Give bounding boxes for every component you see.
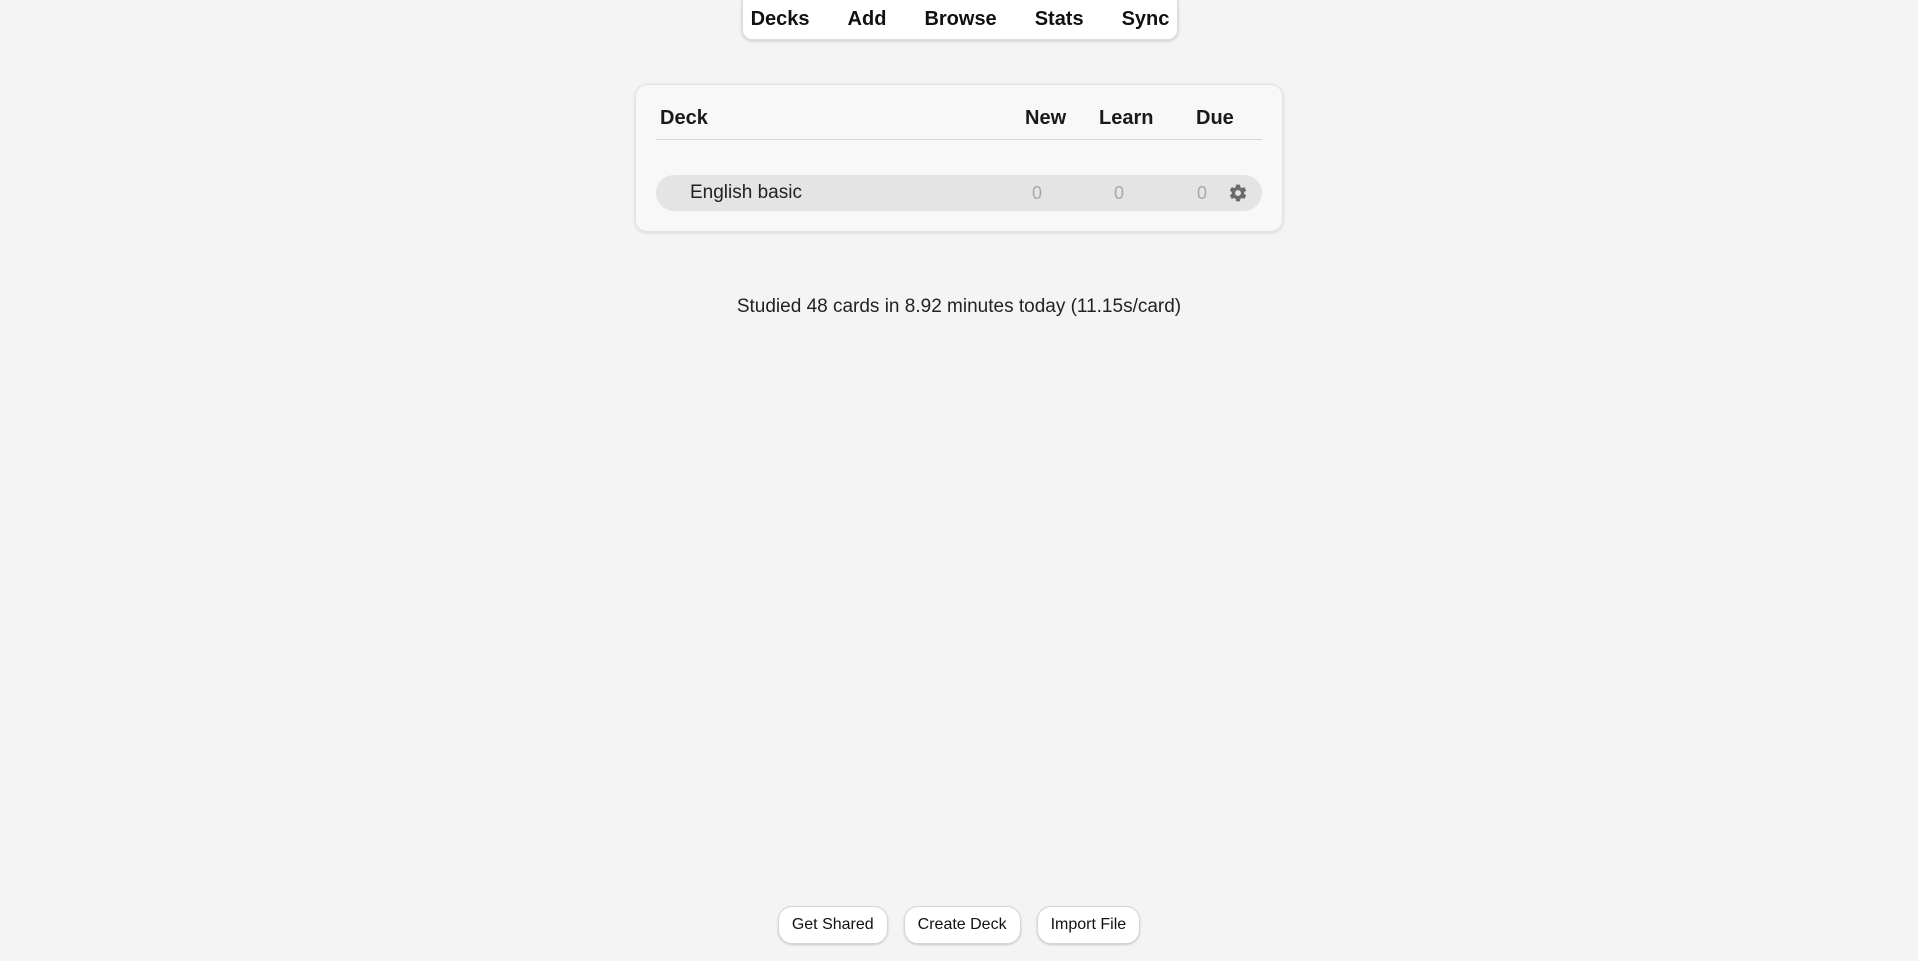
nav-browse[interactable]: Browse	[905, 0, 1015, 39]
top-navigation-bar: Decks Add Browse Stats Sync	[742, 0, 1178, 40]
deck-table-header: Deck New Learn Due	[656, 107, 1262, 140]
nav-add[interactable]: Add	[829, 0, 906, 39]
create-deck-button[interactable]: Create Deck	[903, 906, 1021, 944]
bottom-action-bar: Get Shared Create Deck Import File	[0, 906, 1918, 944]
deck-new-count: 0	[1031, 183, 1042, 203]
study-stats-text: Studied 48 cards in 8.92 minutes today (…	[736, 296, 1182, 317]
get-shared-button[interactable]: Get Shared	[777, 906, 888, 944]
deck-learn-count: 0	[1113, 183, 1124, 203]
nav-decks[interactable]: Decks	[732, 0, 829, 39]
header-new: New	[1025, 107, 1067, 129]
import-file-button[interactable]: Import File	[1036, 906, 1141, 944]
deck-row-english-basic[interactable]: English basic 0 0 0	[656, 175, 1262, 211]
header-learn: Learn	[1099, 107, 1154, 129]
header-deck: Deck	[660, 107, 708, 129]
gear-icon[interactable]	[1228, 183, 1248, 203]
nav-stats[interactable]: Stats	[1016, 0, 1103, 39]
deck-list-panel: Deck New Learn Due English basic 0 0 0	[635, 84, 1283, 232]
nav-sync[interactable]: Sync	[1103, 0, 1189, 39]
deck-due-count: 0	[1196, 183, 1207, 203]
deck-name-link[interactable]: English basic	[690, 175, 802, 211]
header-due: Due	[1196, 107, 1234, 129]
